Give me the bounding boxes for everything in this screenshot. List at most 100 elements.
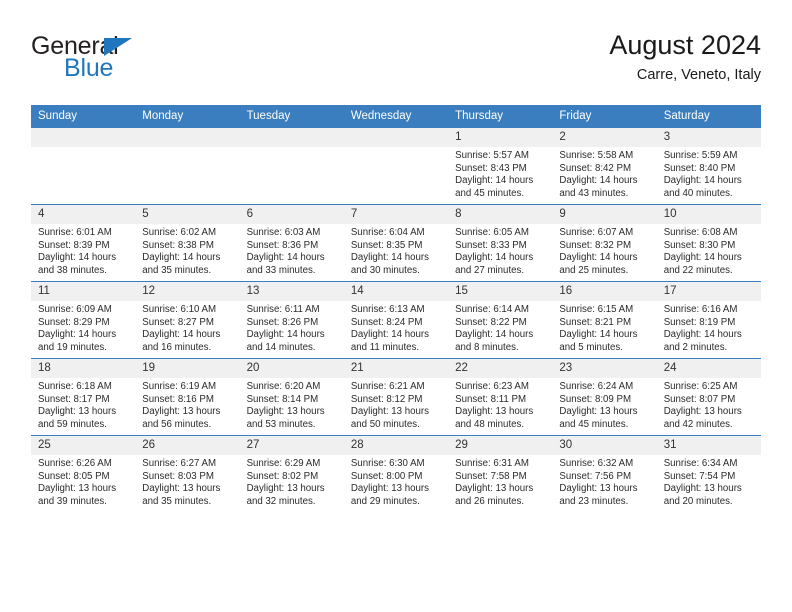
day-cell[interactable]: 22 Sunrise: 6:23 AM Sunset: 8:11 PM Dayligh…: [448, 358, 553, 436]
day-details: Sunrise: 6:14 AM Sunset: 8:22 PM Daylight:…: [448, 301, 552, 354]
day-cell[interactable]: 7 Sunrise: 6:04 AM Sunset: 8:35 PM Daylight…: [343, 204, 449, 282]
day-cell[interactable]: 1 Sunrise: 5:57 AM Sunset: 8:43 PM Daylight…: [448, 127, 553, 205]
day-cell[interactable]: 2 Sunrise: 5:58 AM Sunset: 8:42 PM Daylight…: [552, 127, 657, 205]
day-details: Sunrise: 6:23 AM Sunset: 8:11 PM Daylight:…: [448, 378, 552, 431]
day-number: 29: [448, 436, 553, 455]
day-detail-line: Daylight: 14 hours: [559, 252, 638, 264]
day-cell[interactable]: 18 Sunrise: 6:18 AM Sunset: 8:17 PM Dayligh…: [31, 358, 136, 436]
day-detail-line: and 22 minutes.: [663, 264, 733, 276]
day-detail-line: Sunrise: 6:31 AM: [455, 458, 529, 469]
day-detail-line: and 8 minutes.: [455, 341, 519, 353]
day-number: 22: [448, 359, 553, 378]
day-cell[interactable]: 30 Sunrise: 6:32 AM Sunset: 7:56 PM Dayligh…: [552, 435, 657, 512]
day-detail-line: and 43 minutes.: [559, 187, 629, 199]
day-cell[interactable]: 5 Sunrise: 6:02 AM Sunset: 8:38 PM Daylight…: [135, 204, 240, 282]
day-detail-line: and 39 minutes.: [38, 495, 107, 507]
day-cell[interactable]: 20 Sunrise: 6:20 AM Sunset: 8:14 PM Dayligh…: [239, 358, 344, 436]
day-cell[interactable]: 27 Sunrise: 6:29 AM Sunset: 8:02 PM Dayligh…: [239, 435, 344, 512]
day-cell-empty: [31, 127, 136, 205]
day-details: Sunrise: 6:15 AM Sunset: 8:21 PM Daylight:…: [552, 301, 656, 354]
day-cell[interactable]: 28 Sunrise: 6:30 AM Sunset: 8:00 PM Dayligh…: [343, 435, 449, 512]
day-detail-line: Daylight: 13 hours: [663, 483, 742, 495]
day-detail-line: Sunrise: 6:29 AM: [246, 458, 321, 469]
day-cell[interactable]: 15 Sunrise: 6:14 AM Sunset: 8:22 PM Dayligh…: [448, 281, 553, 359]
day-detail-line: and 40 minutes.: [663, 187, 733, 199]
day-detail-line: Sunset: 8:29 PM: [38, 316, 110, 328]
day-number: 26: [135, 436, 240, 455]
day-cell-empty: [135, 127, 240, 205]
day-detail-line: Sunset: 8:30 PM: [663, 239, 736, 251]
day-detail-line: and 5 minutes.: [559, 341, 623, 353]
day-detail-line: Daylight: 14 hours: [350, 329, 429, 341]
day-detail-line: Sunset: 8:16 PM: [142, 393, 214, 405]
day-details: Sunrise: 6:01 AM Sunset: 8:39 PM Daylight:…: [31, 224, 135, 277]
day-detail-line: Sunset: 7:58 PM: [455, 470, 527, 482]
day-number: 25: [31, 436, 136, 455]
day-details: Sunrise: 6:29 AM Sunset: 8:02 PM Daylight:…: [240, 455, 344, 508]
day-details: Sunrise: 6:11 AM Sunset: 8:26 PM Daylight:…: [240, 301, 344, 354]
day-cell[interactable]: 24 Sunrise: 6:25 AM Sunset: 8:07 PM Dayligh…: [656, 358, 761, 436]
day-detail-line: Daylight: 14 hours: [142, 329, 221, 341]
day-detail-line: and 11 minutes.: [350, 341, 420, 353]
calendar-week-row: 1 Sunrise: 5:57 AM Sunset: 8:43 PM Daylight…: [31, 127, 761, 205]
day-cell[interactable]: 29 Sunrise: 6:31 AM Sunset: 7:58 PM Dayligh…: [448, 435, 553, 512]
day-cell[interactable]: 8 Sunrise: 6:05 AM Sunset: 8:33 PM Daylight…: [448, 204, 553, 282]
day-cell[interactable]: 9 Sunrise: 6:07 AM Sunset: 8:32 PM Daylight…: [552, 204, 657, 282]
calendar-week-row: 18 Sunrise: 6:18 AM Sunset: 8:17 PM Dayligh…: [31, 358, 761, 436]
day-cell[interactable]: 4 Sunrise: 6:01 AM Sunset: 8:39 PM Daylight…: [31, 204, 136, 282]
day-cell[interactable]: 19 Sunrise: 6:19 AM Sunset: 8:16 PM Dayligh…: [135, 358, 240, 436]
day-detail-line: Sunset: 8:17 PM: [38, 393, 110, 405]
day-number: 3: [656, 128, 761, 147]
day-cell[interactable]: 26 Sunrise: 6:27 AM Sunset: 8:03 PM Dayligh…: [135, 435, 240, 512]
day-cell[interactable]: 3 Sunrise: 5:59 AM Sunset: 8:40 PM Daylight…: [656, 127, 761, 205]
day-detail-line: Sunrise: 6:07 AM: [559, 227, 634, 238]
day-cell[interactable]: 17 Sunrise: 6:16 AM Sunset: 8:19 PM Dayligh…: [656, 281, 761, 359]
weekday-header-wednesday: Wednesday: [343, 105, 449, 128]
day-cell[interactable]: 16 Sunrise: 6:15 AM Sunset: 8:21 PM Dayligh…: [552, 281, 657, 359]
day-detail-line: and 30 minutes.: [350, 264, 420, 276]
day-detail-line: Sunset: 8:19 PM: [663, 316, 736, 328]
day-detail-line: Sunrise: 6:08 AM: [663, 227, 738, 238]
day-cell[interactable]: 11 Sunrise: 6:09 AM Sunset: 8:29 PM Dayligh…: [31, 281, 136, 359]
day-detail-line: Sunset: 8:33 PM: [455, 239, 527, 251]
calendar-table: Sunday Monday Tuesday Wednesday Thursday Frid…: [31, 105, 761, 512]
day-detail-line: and 42 minutes.: [663, 418, 733, 430]
day-detail-line: Daylight: 13 hours: [142, 483, 221, 495]
day-cell[interactable]: 14 Sunrise: 6:13 AM Sunset: 8:24 PM Dayligh…: [343, 281, 449, 359]
day-detail-line: Sunrise: 5:59 AM: [663, 150, 738, 161]
day-detail-line: and 29 minutes.: [350, 495, 420, 507]
day-cell[interactable]: 25 Sunrise: 6:26 AM Sunset: 8:05 PM Dayligh…: [31, 435, 136, 512]
day-detail-line: Sunset: 8:42 PM: [559, 162, 632, 174]
day-cell[interactable]: 21 Sunrise: 6:21 AM Sunset: 8:12 PM Dayligh…: [343, 358, 449, 436]
day-cell[interactable]: 10 Sunrise: 6:08 AM Sunset: 8:30 PM Dayligh…: [656, 204, 761, 282]
day-details: Sunrise: 6:16 AM Sunset: 8:19 PM Daylight:…: [657, 301, 761, 354]
day-detail-line: Daylight: 13 hours: [38, 406, 117, 418]
day-number: 10: [656, 205, 761, 224]
day-cell[interactable]: 6 Sunrise: 6:03 AM Sunset: 8:36 PM Daylight…: [239, 204, 344, 282]
day-detail-line: Daylight: 14 hours: [38, 329, 117, 341]
day-detail-line: Sunset: 8:21 PM: [559, 316, 632, 328]
day-detail-line: Sunrise: 6:11 AM: [246, 304, 320, 315]
day-detail-line: Sunset: 8:05 PM: [38, 470, 110, 482]
day-cell[interactable]: 23 Sunrise: 6:24 AM Sunset: 8:09 PM Dayligh…: [552, 358, 657, 436]
day-details: Sunrise: 6:19 AM Sunset: 8:16 PM Daylight:…: [135, 378, 239, 431]
day-detail-line: Daylight: 14 hours: [246, 329, 325, 341]
day-detail-line: and 27 minutes.: [455, 264, 525, 276]
day-number: 9: [552, 205, 657, 224]
day-detail-line: Sunrise: 6:13 AM: [350, 304, 425, 315]
day-details: Sunrise: 6:21 AM Sunset: 8:12 PM Daylight:…: [344, 378, 448, 431]
day-detail-line: Daylight: 14 hours: [663, 252, 742, 264]
day-cell[interactable]: 13 Sunrise: 6:11 AM Sunset: 8:26 PM Dayligh…: [239, 281, 344, 359]
day-detail-line: Daylight: 13 hours: [350, 483, 429, 495]
day-detail-line: and 48 minutes.: [455, 418, 525, 430]
day-detail-line: Sunrise: 6:34 AM: [663, 458, 738, 469]
brand-logo[interactable]: General Blue: [31, 32, 211, 88]
day-detail-line: Daylight: 13 hours: [663, 406, 742, 418]
day-detail-line: Sunset: 8:40 PM: [663, 162, 736, 174]
day-detail-line: Sunset: 8:22 PM: [455, 316, 527, 328]
day-detail-line: and 38 minutes.: [38, 264, 107, 276]
day-cell[interactable]: 31 Sunrise: 6:34 AM Sunset: 7:54 PM Dayligh…: [656, 435, 761, 512]
day-detail-line: Sunrise: 6:32 AM: [559, 458, 634, 469]
day-cell[interactable]: 12 Sunrise: 6:10 AM Sunset: 8:27 PM Dayligh…: [135, 281, 240, 359]
day-number: 7: [343, 205, 449, 224]
